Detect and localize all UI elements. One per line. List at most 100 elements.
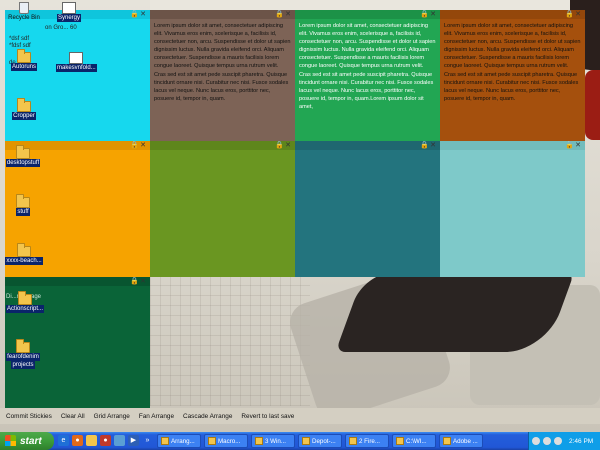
recycle-bin-icon [19, 2, 29, 14]
desktop-icon-label-line2: projects [11, 361, 35, 369]
desktop-icon-actionscript[interactable]: Actionscript... [2, 291, 48, 313]
sticky-note-titlebar[interactable]: 🔒✕ [440, 10, 585, 19]
sticky-note-titlebar[interactable]: 🔒✕ [295, 141, 440, 150]
task-label: Adobe ... [453, 437, 478, 445]
desktop-icon-recycle-bin[interactable]: Recycle Bin [4, 2, 44, 22]
desktop-icon[interactable] [114, 435, 125, 446]
task-cmd[interactable]: C:\WI... [392, 434, 436, 448]
note-lock-close-icons[interactable]: 🔒✕ [420, 141, 437, 149]
desktop-icon-label: Autoruns [10, 63, 37, 71]
volume-icon[interactable] [554, 437, 562, 445]
clear-all-button[interactable]: Clear All [61, 413, 85, 420]
script-icon [69, 52, 83, 64]
task-arrange[interactable]: Arrang... [157, 434, 201, 448]
desktop-icon-cropper[interactable]: Cropper [8, 98, 40, 120]
sticky-note-text[interactable]: Lorem ipsum dolor sit amet, consectetuer… [295, 19, 440, 111]
grid-arrange-button[interactable]: Grid Arrange [94, 413, 130, 420]
folder-icon [18, 291, 32, 305]
window-icon [161, 437, 169, 445]
task-label: 2 Fire... [359, 437, 380, 445]
wallpaper-grid-pattern [150, 276, 310, 406]
desktop-icon-label: Synergy [56, 14, 81, 22]
task-label: C:\WI... [406, 437, 427, 445]
revert-button[interactable]: Revert to last save [241, 413, 294, 420]
sticky-note-text[interactable]: Lorem ipsum dolor sit amet, consectetuer… [150, 19, 295, 103]
note-lock-close-icons[interactable]: 🔒✕ [130, 10, 147, 18]
app-icon[interactable]: ● [100, 435, 111, 446]
tray-icon[interactable] [532, 437, 540, 445]
commit-stickies-button[interactable]: Commit Stickies [6, 413, 52, 420]
task-label: Macro... [218, 437, 241, 445]
sticky-note-titlebar[interactable]: 🔒✕ [295, 10, 440, 19]
sticky-note-3[interactable]: 🔒✕ Lorem ipsum dolor sit amet, consectet… [295, 10, 440, 141]
note-lock-close-icons[interactable]: 🔒✕ [275, 10, 292, 18]
fan-arrange-button[interactable]: Fan Arrange [139, 413, 174, 420]
desktop-icon-beach[interactable]: xxxx-beach... [2, 243, 46, 265]
task-firefox[interactable]: 2 Fire... [345, 434, 389, 448]
folder-icon [16, 339, 30, 353]
desktop-icon-synergy[interactable]: Synergy [54, 2, 84, 22]
window-icon [208, 437, 216, 445]
taskbar: start e ● ● ▶ » Arrang... Macro... 3 Win… [0, 432, 600, 450]
note-lock-close-icons[interactable]: 🔒✕ [275, 141, 292, 149]
task-adobe[interactable]: Adobe ... [439, 434, 483, 448]
desktop-icon-label: desktopstuff [5, 159, 41, 167]
synergy-icon [62, 2, 76, 14]
overlay-line-1: *dsf sdf [9, 36, 30, 42]
clock[interactable]: 2:46 PM [569, 438, 593, 445]
sticky-note-2[interactable]: 🔒✕ Lorem ipsum dolor sit amet, consectet… [150, 10, 295, 141]
task-macro[interactable]: Macro... [204, 434, 248, 448]
folder-icon [17, 243, 31, 257]
explorer-icon[interactable] [86, 435, 97, 446]
task-windows[interactable]: 3 Win... [251, 434, 295, 448]
start-label: start [20, 435, 42, 447]
note-lock-close-icons[interactable]: 🔒✕ [565, 10, 582, 18]
adobe-icon [443, 437, 451, 445]
cascade-arrange-button[interactable]: Cascade Arrange [183, 413, 232, 420]
desktop-icon-autoruns[interactable]: Autoruns [6, 49, 42, 71]
sticky-note-4[interactable]: 🔒✕ Lorem ipsum dolor sit amet, consectet… [440, 10, 585, 141]
firefox-icon [349, 437, 357, 445]
note-lock-close-icons[interactable]: 🔒✕ [420, 10, 437, 18]
console-icon [396, 437, 404, 445]
start-button[interactable]: start [0, 432, 54, 450]
ie-icon[interactable]: e [58, 435, 69, 446]
sticky-note-6[interactable]: 🔒✕ [150, 141, 295, 277]
sticky-note-titlebar[interactable]: 🔒✕ [150, 10, 295, 19]
desktop-icon-label: Actionscript... [5, 305, 44, 313]
desktop-icon-stuff[interactable]: stuff [8, 194, 38, 216]
task-label: Arrang... [171, 437, 195, 445]
desktop-icon-makesvnfold[interactable]: makesvnfold... [56, 52, 97, 72]
note-lock-close-icons[interactable]: 🔒✕ [565, 141, 582, 149]
sticky-note-text[interactable]: Lorem ipsum dolor sit amet, consectetuer… [440, 19, 585, 103]
task-buttons: Arrang... Macro... 3 Win... Depot-... 2 … [157, 434, 483, 448]
tray-icon[interactable] [543, 437, 551, 445]
sticky-note-titlebar[interactable]: 🔒✕ [5, 277, 150, 286]
folder-icon [255, 437, 263, 445]
folder-icon [16, 194, 30, 208]
task-label: Depot-... [312, 437, 336, 445]
folder-icon [17, 98, 31, 112]
quick-launch: e ● ● ▶ » [58, 435, 153, 446]
desktop-icon-label: xxxx-beach... [5, 257, 43, 265]
sticky-note-8[interactable]: 🔒✕ [440, 141, 585, 277]
sticky-note-titlebar[interactable]: 🔒✕ [150, 141, 295, 150]
desktop-icon-label: fearofdenim [6, 353, 40, 361]
overlay-top-text-number: 60 [70, 25, 77, 31]
task-depot[interactable]: Depot-... [298, 434, 342, 448]
desktop-icon-desktopstuff[interactable]: desktopstuff [2, 145, 44, 167]
overlay-top-text: on Gro... 60 [45, 25, 77, 32]
firefox-icon[interactable]: ● [72, 435, 83, 446]
sticky-note-titlebar[interactable]: 🔒✕ [440, 141, 585, 150]
note-lock-close-icons[interactable]: 🔒✕ [130, 277, 147, 285]
sticky-note-7[interactable]: 🔒✕ [295, 141, 440, 277]
sticky-note-1[interactable]: 🔒✕ [5, 10, 150, 141]
overlay-top-text-label: on Gro... [45, 25, 69, 31]
desktop-icon-fearofdenim[interactable]: fearofdenim projects [4, 339, 42, 369]
media-icon[interactable]: ▶ [128, 435, 139, 446]
desktop-icon-label: Recycle Bin [8, 15, 40, 21]
note-lock-close-icons[interactable]: 🔒✕ [130, 141, 147, 149]
desktop-icon-label: Cropper [12, 112, 36, 120]
desktop-icon-label: stuff [16, 208, 30, 216]
quick-launch-more-icon[interactable]: » [142, 435, 153, 446]
